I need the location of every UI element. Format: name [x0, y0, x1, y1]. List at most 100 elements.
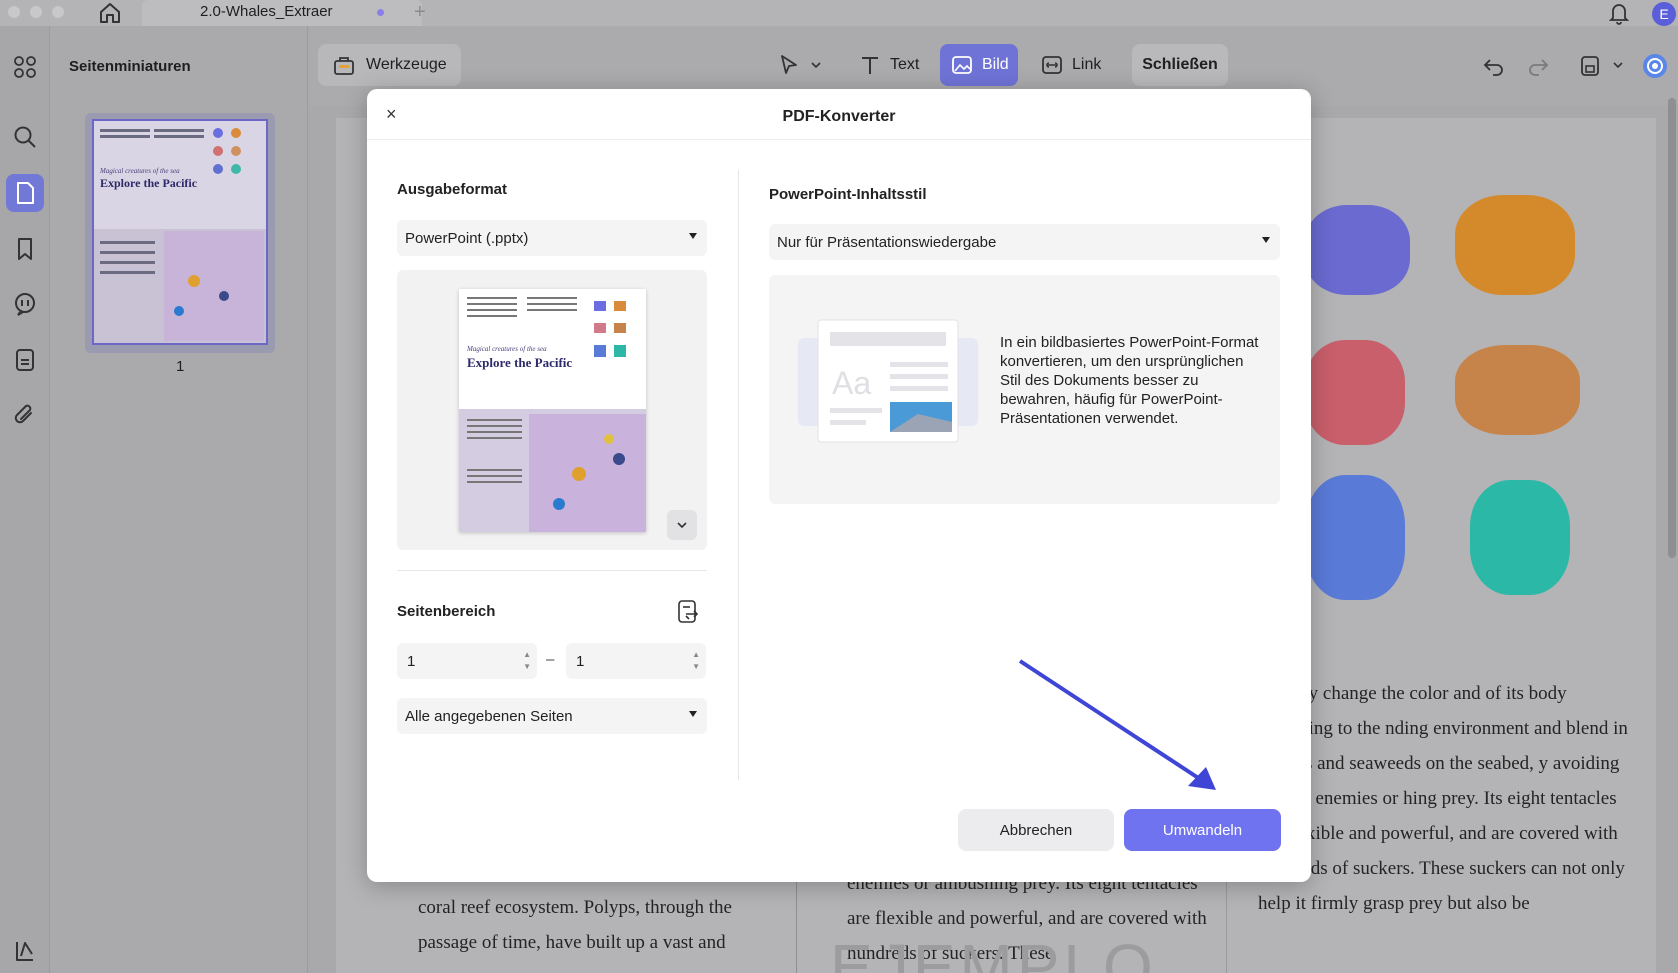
content-style-select[interactable]: Nur für Präsentationswiedergabe: [769, 224, 1280, 260]
avatar[interactable]: E: [1652, 2, 1676, 26]
left-rail: [0, 26, 50, 973]
pages-select-value: Alle angegebenen Seiten: [405, 707, 573, 725]
thumbnail-title: Explore the Pacific: [100, 176, 198, 190]
coral-image: [1305, 475, 1405, 600]
comment-button[interactable]: [6, 285, 44, 323]
document-icon: [16, 349, 34, 371]
tools-label: Werkzeuge: [366, 56, 447, 73]
select-tool-button[interactable]: [771, 44, 831, 86]
link-tool-label: Link: [1072, 56, 1102, 73]
minimize-window-button[interactable]: [30, 6, 42, 18]
close-edit-button[interactable]: Schließen: [1132, 44, 1228, 86]
dialog-title: PDF-Konverter: [782, 108, 896, 125]
image-icon: [952, 56, 972, 74]
range-to-value: 1: [576, 652, 585, 670]
bell-icon[interactable]: [1608, 1, 1630, 25]
image-tool-label: Bild: [982, 56, 1009, 73]
unsaved-dot: [377, 9, 384, 16]
coral-image: [1455, 195, 1575, 295]
column-divider: [796, 870, 797, 973]
bookmark-icon: [18, 238, 32, 260]
thumbnail-page-art: Magical creatures of the sea Explore the…: [94, 121, 266, 341]
new-tab-button[interactable]: +: [414, 1, 426, 24]
range-to-input[interactable]: 1 ▲ ▼: [566, 643, 706, 679]
close-window-button[interactable]: [8, 6, 20, 18]
text-tool-button[interactable]: Text: [852, 44, 926, 86]
grid-icon: [14, 56, 36, 78]
zoom-window-button[interactable]: [52, 6, 64, 18]
page-range-label: Seitenbereich: [397, 603, 496, 620]
divider: [397, 570, 707, 571]
pages-icon: [17, 182, 34, 204]
watermark: EJEMPLO: [830, 931, 1157, 973]
link-icon: [1042, 56, 1062, 74]
pages-button[interactable]: [6, 174, 44, 212]
layers-button[interactable]: [6, 932, 44, 970]
thumbnail-page-number: 1: [176, 358, 185, 375]
range-from-input[interactable]: 1 ▲ ▼: [397, 643, 537, 679]
save-icon[interactable]: [1578, 54, 1602, 78]
coral-image: [1305, 340, 1405, 445]
svg-text:Aa: Aa: [832, 365, 871, 401]
caret-down-icon: [689, 233, 697, 239]
tab-title: 2.0-Whales_Extraer: [200, 3, 333, 20]
link-tool-button[interactable]: Link: [1030, 44, 1108, 86]
range-separator: –: [546, 651, 555, 668]
preview-page: Magical creatures of the sea Explore the…: [459, 289, 646, 532]
attachment-icon: [14, 404, 32, 424]
caret-down-icon: [689, 711, 697, 717]
annotation-arrow: [1018, 659, 1216, 790]
cursor-icon: [781, 55, 797, 74]
thumbnail-subtitle: Magical creatures of the sea: [99, 167, 180, 175]
content-style-label: PowerPoint-Inhaltsstil: [769, 186, 927, 203]
text-icon: [862, 57, 878, 74]
stepper-arrows-icon[interactable]: ▲ ▼: [692, 649, 700, 673]
coral-image: [1455, 345, 1580, 435]
pages-select[interactable]: Alle angegebenen Seiten: [397, 698, 707, 734]
image-tool-button[interactable]: Bild: [940, 44, 1018, 86]
presentation-illustration-icon: Aa: [798, 319, 978, 443]
search-icon: [14, 126, 36, 148]
divider: [738, 170, 739, 780]
layers-icon: [16, 942, 33, 961]
convert-button[interactable]: Umwandeln: [1124, 809, 1281, 851]
comment-icon: [15, 293, 35, 316]
chevron-down-icon: [677, 522, 687, 529]
coral-image: [1305, 205, 1410, 295]
preview-title: Explore the Pacific: [467, 355, 572, 370]
grid-button[interactable]: [6, 48, 44, 86]
divider: [367, 139, 1311, 140]
search-button[interactable]: [6, 118, 44, 156]
save-options-chevron-icon[interactable]: [1612, 60, 1624, 70]
preview-page-art: Magical creatures of the sea Explore the…: [459, 289, 646, 532]
content-style-description: In ein bildbasiertes PowerPoint-Format k…: [1000, 334, 1259, 427]
chevron-down-icon: [811, 62, 821, 69]
ai-assistant-icon[interactable]: [1641, 52, 1669, 80]
stepper-arrows-icon[interactable]: ▲ ▼: [523, 649, 531, 673]
output-format-value: PowerPoint (.pptx): [405, 229, 529, 247]
caret-down-icon: [1262, 237, 1270, 243]
toolbox-icon: [334, 57, 354, 75]
preview-expand-button[interactable]: [667, 510, 697, 540]
home-icon[interactable]: [97, 1, 123, 25]
undo-icon[interactable]: [1482, 55, 1506, 77]
coral-image: [1470, 480, 1570, 595]
scrollbar[interactable]: [1668, 98, 1676, 558]
attachment-button[interactable]: [6, 396, 44, 434]
redo-icon[interactable]: [1526, 55, 1550, 77]
output-format-label: Ausgabeformat: [397, 181, 508, 198]
document-body-text: coral reef ecosystem. Polyps, through th…: [418, 897, 732, 953]
range-from-value: 1: [407, 652, 416, 670]
document-body-text: nstantly change the color and of its bod…: [1258, 683, 1628, 914]
output-format-select[interactable]: PowerPoint (.pptx): [397, 220, 707, 256]
tools-button[interactable]: Werkzeuge: [318, 44, 461, 86]
bookmark-button[interactable]: [6, 230, 44, 268]
content-style-value: Nur für Präsentationswiedergabe: [777, 233, 997, 251]
page-thumbnail[interactable]: Magical creatures of the sea Explore the…: [92, 119, 268, 345]
document-button[interactable]: [6, 341, 44, 379]
cancel-button[interactable]: Abbrechen: [958, 809, 1114, 851]
preview-subtitle: Magical creatures of the sea: [466, 345, 547, 353]
page-range-icon[interactable]: [676, 599, 700, 625]
thumbnail-panel-title: Seitenminiaturen: [69, 58, 191, 75]
text-tool-label: Text: [890, 56, 920, 73]
